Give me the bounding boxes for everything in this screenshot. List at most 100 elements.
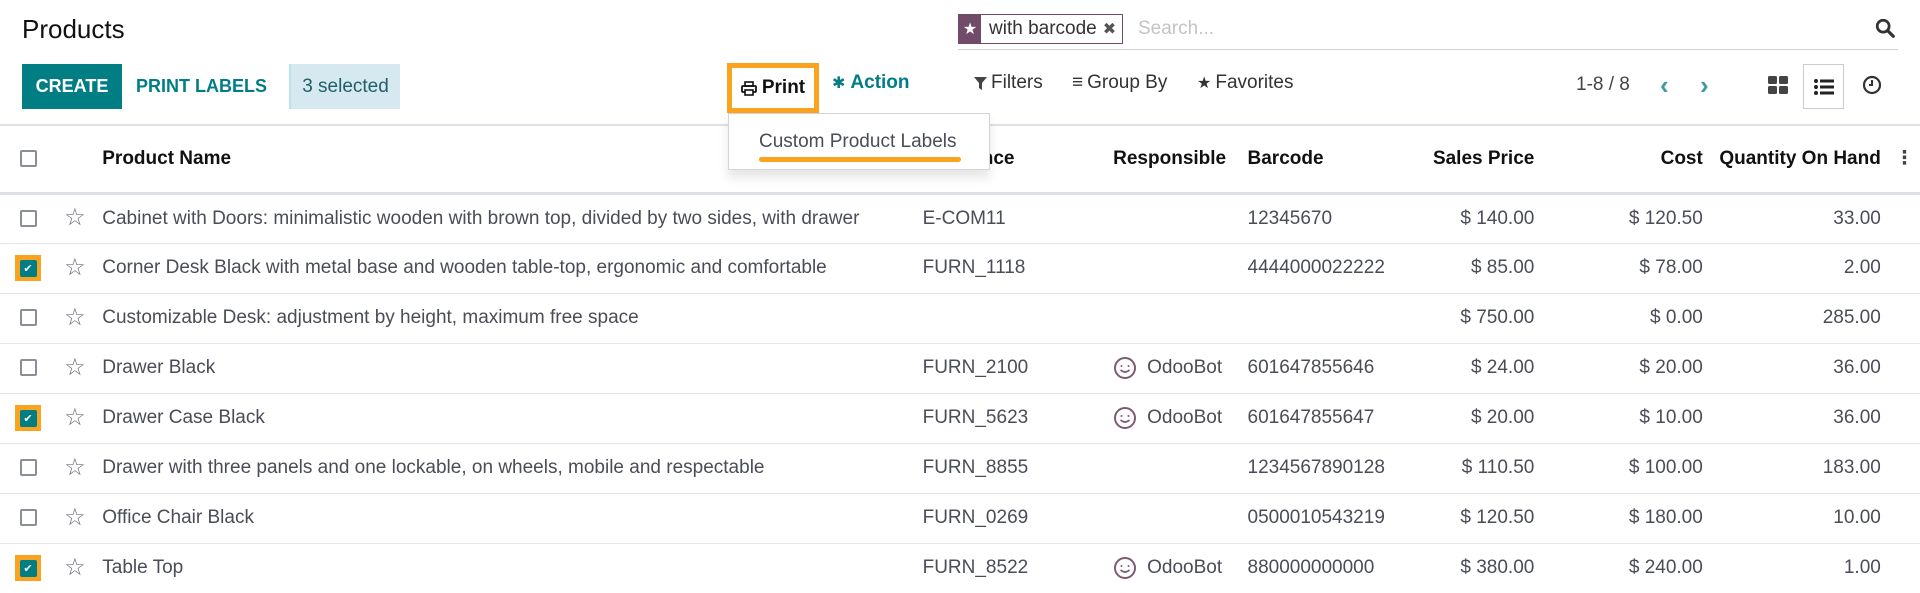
cell-reference: E-COM11 bbox=[912, 192, 1106, 243]
row-select-cell: ✔ bbox=[0, 392, 65, 443]
group-by-button[interactable]: ≡ Group By bbox=[1072, 72, 1167, 94]
row-checkbox[interactable] bbox=[20, 459, 37, 477]
pager-value[interactable]: 1-8 / 8 bbox=[1576, 74, 1630, 96]
row-favorite-cell: ☆ bbox=[64, 292, 95, 343]
cell-reference: FURN_1118 bbox=[912, 242, 1106, 293]
clock-icon[interactable] bbox=[1862, 75, 1882, 95]
row-checkbox-highlight: ✔ bbox=[15, 555, 41, 582]
cell-sales-price: $ 140.00 bbox=[1424, 192, 1543, 243]
table-row[interactable]: ☆ Drawer Black FURN_2100 OdooBot 60164785564… bbox=[0, 342, 1920, 393]
select-all-checkbox[interactable] bbox=[20, 150, 37, 168]
row-checkbox-highlight: ✔ bbox=[15, 405, 41, 431]
row-checkbox[interactable]: ✔ bbox=[19, 259, 37, 277]
search-facet[interactable]: ★ with barcode ✖ bbox=[958, 14, 1124, 44]
responsible-user: OdooBot bbox=[1113, 556, 1231, 580]
column-header-sales-price[interactable]: Sales Price bbox=[1424, 126, 1543, 195]
filters-button[interactable]: Filters bbox=[974, 72, 1043, 94]
row-checkbox[interactable] bbox=[20, 209, 37, 227]
row-select-cell: ✔ bbox=[0, 542, 65, 593]
column-header-quantity[interactable]: Quantity On Hand bbox=[1710, 126, 1889, 195]
cell-spacer bbox=[1888, 392, 1920, 443]
favorite-star-icon[interactable]: ☆ bbox=[64, 554, 86, 581]
row-checkbox[interactable] bbox=[20, 509, 37, 527]
column-header-barcode[interactable]: Barcode bbox=[1239, 126, 1425, 195]
odoobot-avatar-icon bbox=[1114, 357, 1137, 379]
cell-sales-price: $ 24.00 bbox=[1424, 342, 1543, 393]
table-row[interactable]: ☆ Office Chair Black FURN_0269 050001054321… bbox=[0, 492, 1920, 543]
cell-responsible: OdooBot bbox=[1105, 542, 1240, 593]
print-labels-button[interactable]: PRINT LABELS bbox=[136, 64, 267, 109]
star-header bbox=[64, 126, 95, 195]
cell-product-name: Office Chair Black bbox=[94, 492, 913, 543]
kanban-view-icon[interactable] bbox=[1768, 76, 1788, 94]
cell-quantity: 285.00 bbox=[1710, 292, 1889, 343]
row-favorite-cell: ☆ bbox=[64, 492, 95, 543]
cell-sales-price: $ 20.00 bbox=[1424, 392, 1543, 443]
column-header-responsible[interactable]: Responsible bbox=[1105, 126, 1240, 195]
favorite-star-icon[interactable]: ☆ bbox=[64, 354, 86, 381]
favorite-star-icon[interactable]: ☆ bbox=[64, 254, 86, 281]
optional-columns-toggle[interactable]: ⋮ bbox=[1888, 126, 1920, 195]
star-icon: ★ bbox=[1197, 75, 1212, 92]
responsible-user: OdooBot bbox=[1113, 356, 1231, 380]
table-row[interactable]: ✔ ☆ Corner Desk Black with metal base and … bbox=[0, 242, 1920, 293]
table-row[interactable]: ☆ Customizable Desk: adjustment by height… bbox=[0, 292, 1920, 343]
row-checkbox[interactable]: ✔ bbox=[19, 559, 37, 577]
table-row[interactable]: ✔ ☆ Drawer Case Black FURN_5623 OdooBot 60164… bbox=[0, 392, 1920, 443]
favorite-star-icon: ★ bbox=[959, 15, 981, 43]
list-view-button[interactable] bbox=[1803, 64, 1844, 109]
action-menu-button[interactable]: ✱ Action bbox=[832, 72, 910, 94]
table-row[interactable]: ☆ Drawer with three panels and one lockab… bbox=[0, 442, 1920, 493]
cell-cost: $ 100.00 bbox=[1542, 442, 1711, 493]
cell-sales-price: $ 110.50 bbox=[1424, 442, 1543, 493]
row-checkbox[interactable] bbox=[20, 359, 37, 377]
cell-barcode: 601647855646 bbox=[1239, 342, 1425, 393]
search-input[interactable] bbox=[1138, 14, 1818, 44]
table-row[interactable]: ☆ Cabinet with Doors: minimalistic wooden… bbox=[0, 192, 1920, 243]
create-button[interactable]: CREATE bbox=[22, 64, 122, 109]
gear-icon: ✱ bbox=[832, 75, 846, 92]
favorite-star-icon[interactable]: ☆ bbox=[64, 304, 86, 331]
cell-barcode bbox=[1239, 292, 1425, 343]
row-checkbox-highlight: ✔ bbox=[15, 255, 41, 281]
row-checkbox[interactable] bbox=[20, 309, 37, 327]
column-header-cost[interactable]: Cost bbox=[1542, 126, 1711, 195]
cell-quantity: 2.00 bbox=[1710, 242, 1889, 293]
print-menu-button[interactable]: Print bbox=[727, 63, 819, 113]
favorite-star-icon[interactable]: ☆ bbox=[64, 454, 86, 481]
highlight-underline bbox=[759, 156, 961, 162]
row-favorite-cell: ☆ bbox=[64, 542, 95, 593]
cell-product-name: Drawer with three panels and one lockabl… bbox=[94, 442, 913, 493]
page-title: Products bbox=[22, 14, 125, 44]
cell-product-name: Table Top bbox=[94, 542, 913, 593]
favorites-button[interactable]: ★ Favorites bbox=[1197, 72, 1293, 94]
cell-cost: $ 120.50 bbox=[1542, 192, 1711, 243]
row-checkbox[interactable]: ✔ bbox=[19, 409, 37, 427]
printer-icon bbox=[740, 80, 757, 96]
favorite-star-icon[interactable]: ☆ bbox=[64, 404, 86, 431]
favorite-star-icon[interactable]: ☆ bbox=[64, 504, 86, 531]
row-select-cell bbox=[0, 192, 65, 243]
list-view-icon bbox=[1813, 78, 1834, 95]
chevron-left-icon[interactable]: ‹ bbox=[1660, 70, 1669, 101]
cell-product-name: Drawer Case Black bbox=[94, 392, 913, 443]
products-table: Product Name Reference Responsible Barco… bbox=[0, 126, 1920, 593]
row-select-cell bbox=[0, 342, 65, 393]
table-row[interactable]: ✔ ☆ Table Top FURN_8522 OdooBot 880000000000 $… bbox=[0, 542, 1920, 593]
cell-reference bbox=[912, 292, 1106, 343]
group-by-label: Group By bbox=[1087, 72, 1168, 93]
search-icon[interactable] bbox=[1874, 17, 1896, 39]
remove-facet-icon[interactable]: ✖ bbox=[1103, 19, 1122, 39]
print-custom-product-labels-item[interactable]: Custom Product Labels bbox=[759, 131, 961, 162]
action-label: Action bbox=[850, 72, 910, 93]
cell-product-name: Cabinet with Doors: minimalistic wooden … bbox=[94, 192, 913, 243]
cell-reference: FURN_0269 bbox=[912, 492, 1106, 543]
cell-responsible: OdooBot bbox=[1105, 342, 1240, 393]
chevron-right-icon[interactable]: › bbox=[1700, 70, 1709, 101]
cell-spacer bbox=[1888, 192, 1920, 243]
favorite-star-icon[interactable]: ☆ bbox=[64, 204, 86, 231]
cell-cost: $ 10.00 bbox=[1542, 392, 1711, 443]
cell-reference: FURN_8522 bbox=[912, 542, 1106, 593]
responsible-name: OdooBot bbox=[1147, 407, 1223, 428]
cell-cost: $ 78.00 bbox=[1542, 242, 1711, 293]
